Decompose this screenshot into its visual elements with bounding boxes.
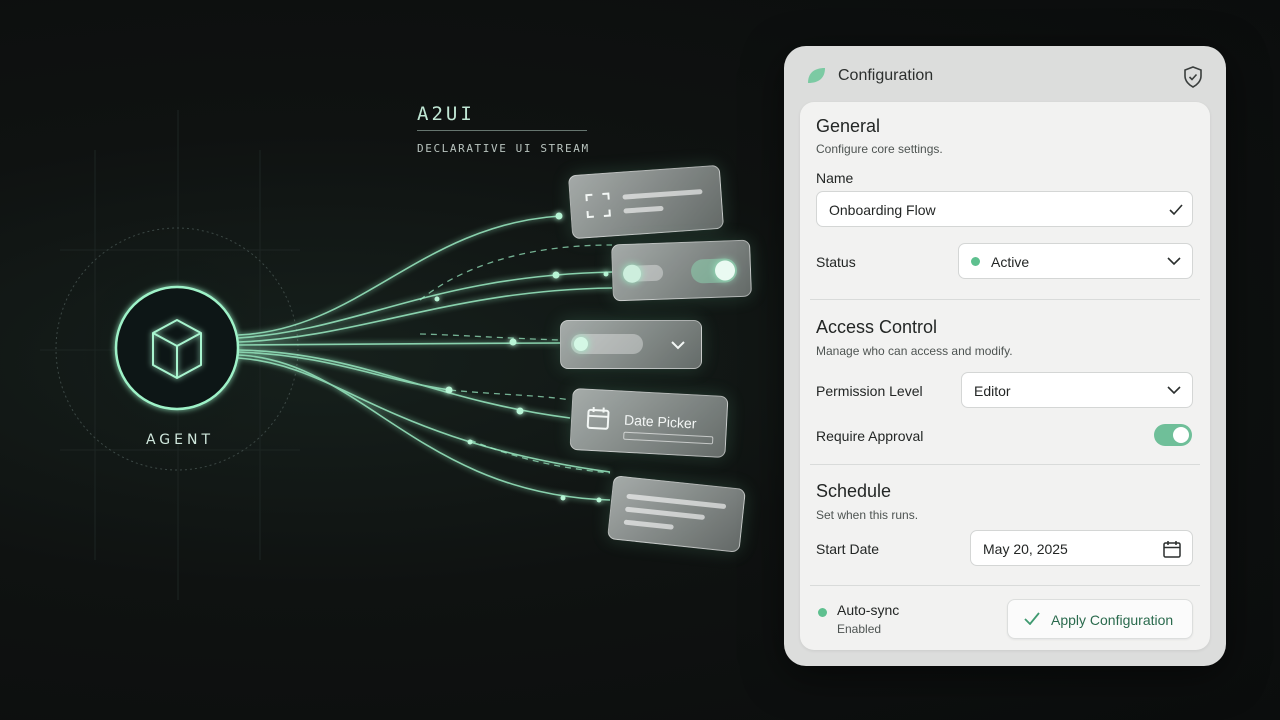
leaf-icon <box>808 68 825 83</box>
name-value: Onboarding Flow <box>829 202 936 218</box>
dropdown-card <box>560 320 702 369</box>
section-divider <box>810 464 1200 465</box>
general-heading: General <box>816 116 881 136</box>
check-icon <box>1169 204 1183 216</box>
start-date-value: May 20, 2025 <box>983 541 1068 557</box>
permission-value: Editor <box>974 383 1011 399</box>
scan-card <box>567 164 725 240</box>
sync-dot <box>818 608 827 617</box>
chevron-down-icon <box>671 341 685 350</box>
chevron-down-icon <box>1167 257 1181 266</box>
sync-title: Auto-sync <box>837 602 900 618</box>
general-description: Configure core settings. <box>816 142 943 156</box>
status-label: Status <box>816 254 856 270</box>
permission-label: Permission Level <box>816 383 923 399</box>
chevron-down-icon <box>1167 386 1181 395</box>
access-description: Manage who can access and modify. <box>816 344 1013 358</box>
sync-status: Enabled <box>837 622 882 636</box>
calendar-icon <box>586 407 610 430</box>
scan-icon <box>585 192 611 219</box>
status-select[interactable]: Active <box>958 243 1193 279</box>
check-icon <box>1024 612 1040 625</box>
status-dot <box>971 257 980 266</box>
section-divider <box>810 585 1200 586</box>
stream-title: A2UI <box>417 103 475 125</box>
toggle-off-preview <box>622 264 664 284</box>
shield-check-icon[interactable] <box>1183 66 1203 88</box>
date-picker-card: Date Picker <box>569 387 729 459</box>
apply-label: Apply Configuration <box>1051 612 1174 628</box>
title-divider <box>417 130 587 131</box>
panel-title: Configuration <box>838 67 934 84</box>
start-date-field[interactable]: May 20, 2025 <box>970 530 1193 566</box>
access-heading: Access Control <box>816 317 938 337</box>
approval-toggle[interactable] <box>1154 424 1192 446</box>
name-label: Name <box>816 170 854 186</box>
toggle-knob <box>1173 427 1189 443</box>
calendar-icon[interactable] <box>1163 540 1181 558</box>
text-card <box>607 475 746 553</box>
status-value: Active <box>991 254 1030 270</box>
date-picker-bar <box>623 431 714 445</box>
permission-select[interactable]: Editor <box>961 372 1193 408</box>
toggle-card <box>611 239 752 302</box>
schedule-heading: Schedule <box>816 481 892 501</box>
apply-configuration-button[interactable]: Apply Configuration <box>1007 599 1193 639</box>
schedule-description: Set when this runs. <box>816 508 919 522</box>
section-divider <box>810 299 1200 300</box>
stream-lines <box>237 215 613 501</box>
start-date-label: Start Date <box>816 541 880 557</box>
settings-card: General Configure core settings. Name On… <box>800 102 1210 650</box>
agent-label: AGENT <box>145 432 215 448</box>
stream-subtitle: DECLARATIVE UI STREAM <box>417 142 590 155</box>
name-field[interactable]: Onboarding Flow <box>816 191 1193 227</box>
configuration-panel: Configuration General Configure core set… <box>784 46 1226 666</box>
dropdown-preview-pill <box>571 334 643 354</box>
approval-label: Require Approval <box>816 428 924 444</box>
date-picker-label: Date Picker <box>623 411 697 432</box>
toggle-on-preview <box>690 258 738 284</box>
